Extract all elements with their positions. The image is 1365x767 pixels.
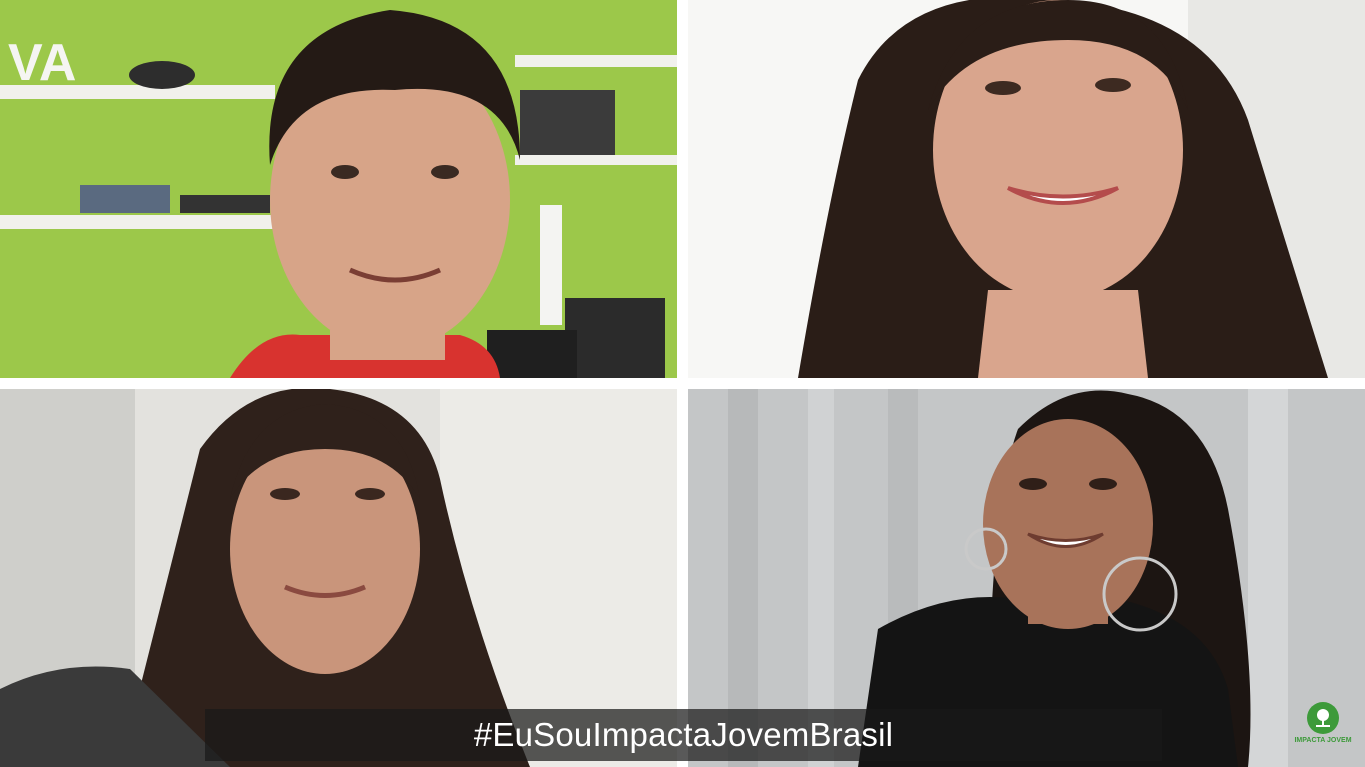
tree-icon (1307, 702, 1339, 734)
video-call-grid: VA (0, 0, 1365, 767)
participant-2-frame (688, 0, 1365, 378)
hashtag-caption: #EuSouImpactaJovemBrasil (473, 716, 894, 753)
svg-text:VA: VA (8, 34, 76, 92)
logo-text: IMPACTA JOVEM (1294, 737, 1352, 744)
caption-bar: #EuSouImpactaJovemBrasil (205, 709, 1162, 761)
participant-video-1[interactable]: VA (0, 0, 677, 378)
participant-1-frame: VA (0, 0, 677, 378)
impacta-jovem-logo: IMPACTA JOVEM (1294, 702, 1352, 752)
participant-video-2[interactable] (688, 0, 1365, 378)
